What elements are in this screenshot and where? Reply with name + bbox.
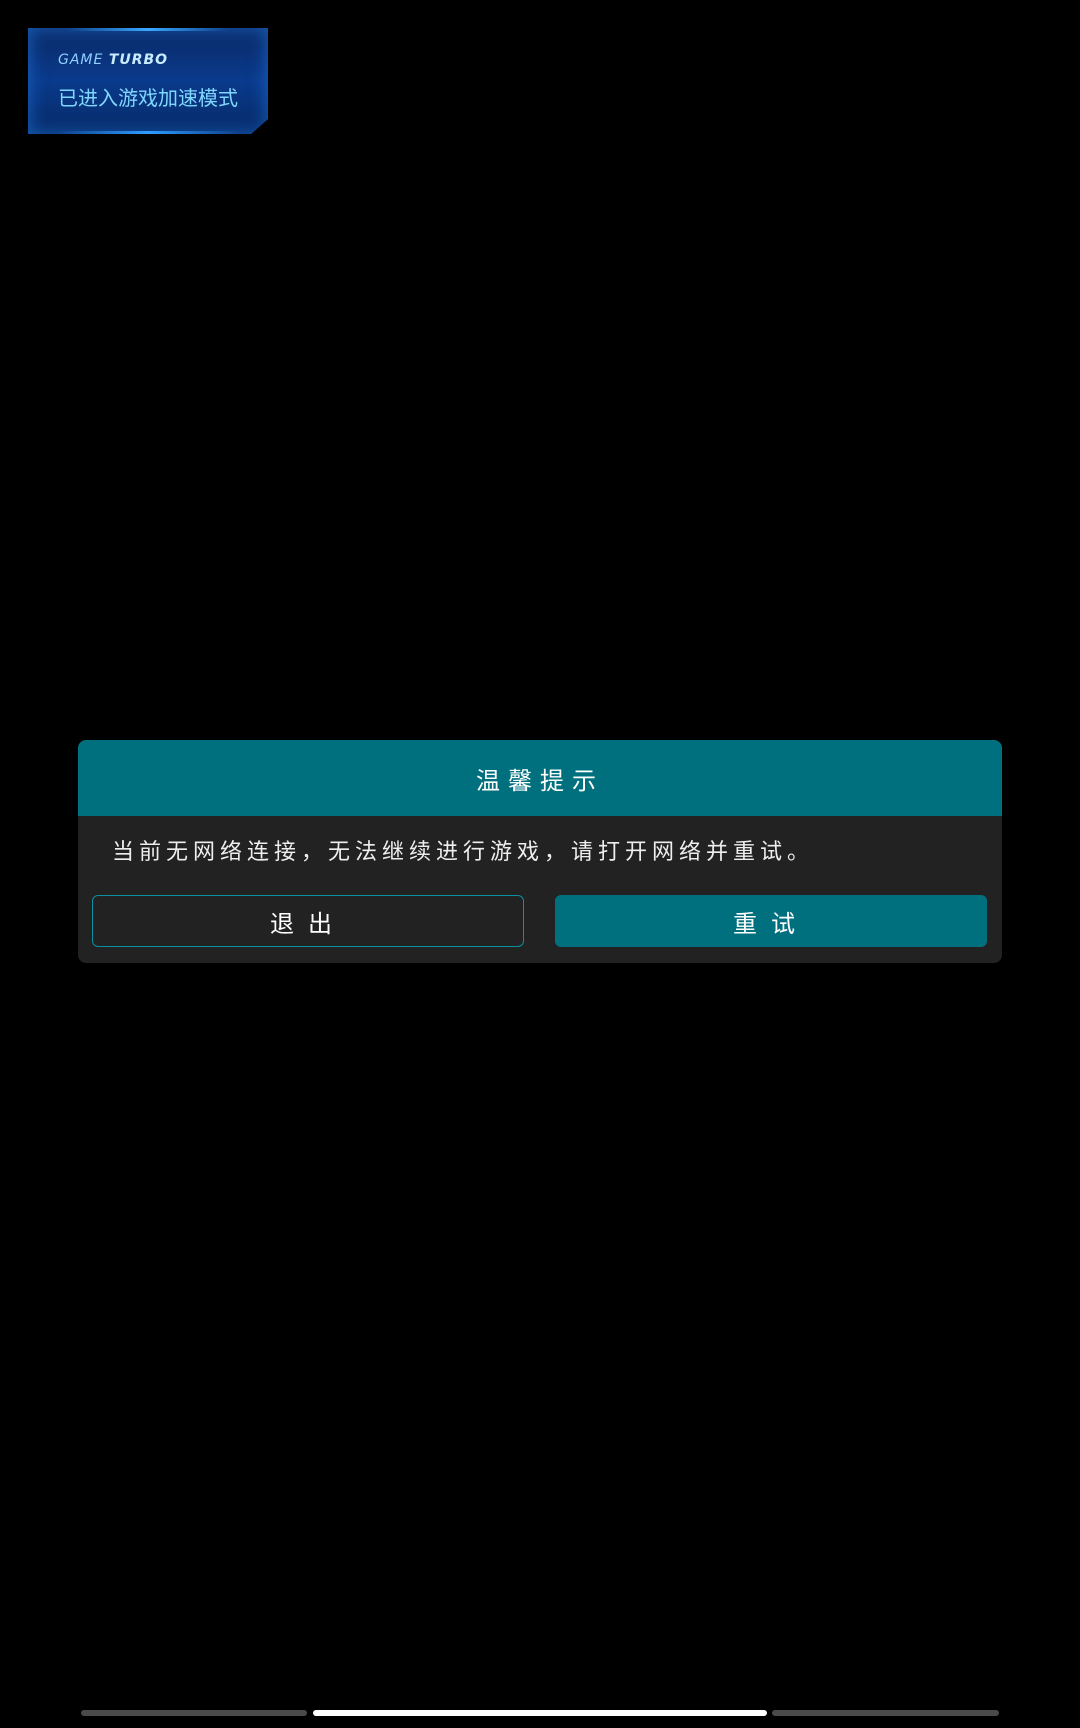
turbo-mode-message: 已进入游戏加速模式 xyxy=(58,86,238,110)
nav-segment-left[interactable] xyxy=(81,1710,307,1716)
home-indicator[interactable] xyxy=(313,1710,767,1716)
dialog-header: 温馨提示 xyxy=(78,740,1002,816)
exit-button-label: 退出 xyxy=(270,909,346,938)
game-turbo-toast: GAME TURBO 已进入游戏加速模式 xyxy=(28,28,268,134)
exit-button[interactable]: 退出 xyxy=(92,895,524,947)
brand-light-text: GAME xyxy=(58,52,104,68)
brand-bold-text: TURBO xyxy=(108,52,169,68)
game-screen: GAME TURBO 已进入游戏加速模式 温馨提示 当前无网络连接，无法继续进行… xyxy=(0,0,1080,1728)
dialog-title: 温馨提示 xyxy=(476,766,604,795)
nav-segment-right[interactable] xyxy=(772,1710,999,1716)
navigation-bar xyxy=(0,1710,1080,1718)
retry-button[interactable]: 重试 xyxy=(555,895,987,947)
game-turbo-logo: GAME TURBO xyxy=(58,52,168,68)
retry-button-label: 重试 xyxy=(733,909,809,938)
dialog-message: 当前无网络连接，无法继续进行游戏，请打开网络并重试。 xyxy=(112,840,815,865)
network-warning-dialog: 温馨提示 当前无网络连接，无法继续进行游戏，请打开网络并重试。 退出 重试 xyxy=(78,740,1002,963)
